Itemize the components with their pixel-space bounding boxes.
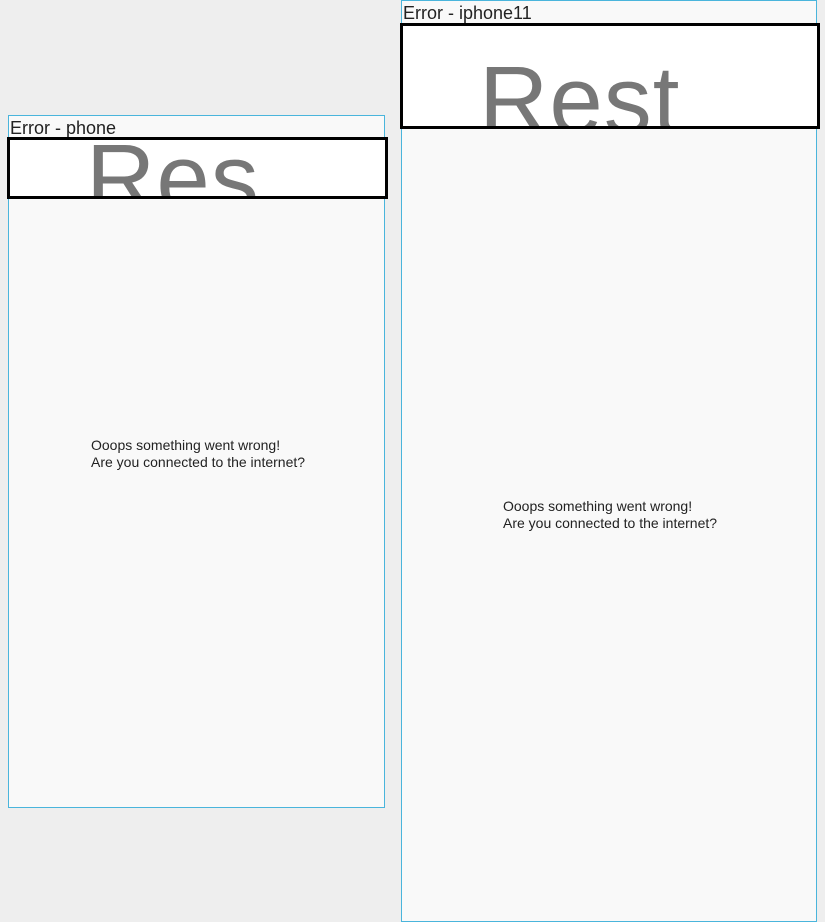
frame-label-iphone11: Error - iphone11 <box>403 3 532 23</box>
error-message: Ooops something went wrong! Are you conn… <box>503 498 717 532</box>
error-message-line-2: Are you connected to the internet? <box>91 454 306 470</box>
error-message-line-2: Are you connected to the internet? <box>503 515 718 531</box>
header-text: Res <box>86 137 260 199</box>
iphone11-screen: Error - iphone11 Rest Ooops something we… <box>400 0 820 922</box>
header-box: Res <box>7 137 388 199</box>
error-message: Ooops something went wrong! Are you conn… <box>91 437 305 471</box>
frame-phone: Error - phone Res Ooops something went w… <box>7 115 388 808</box>
error-message-line-1: Ooops something went wrong! <box>503 498 693 514</box>
frame-label-phone: Error - phone <box>10 118 117 138</box>
phone-screen: Error - phone Res Ooops something went w… <box>7 115 388 808</box>
frame-iphone11: Error - iphone11 Rest Ooops something we… <box>400 0 820 922</box>
header-text: Rest <box>479 47 681 129</box>
error-message-line-1: Ooops something went wrong! <box>91 437 281 453</box>
header-box: Rest <box>400 23 820 129</box>
